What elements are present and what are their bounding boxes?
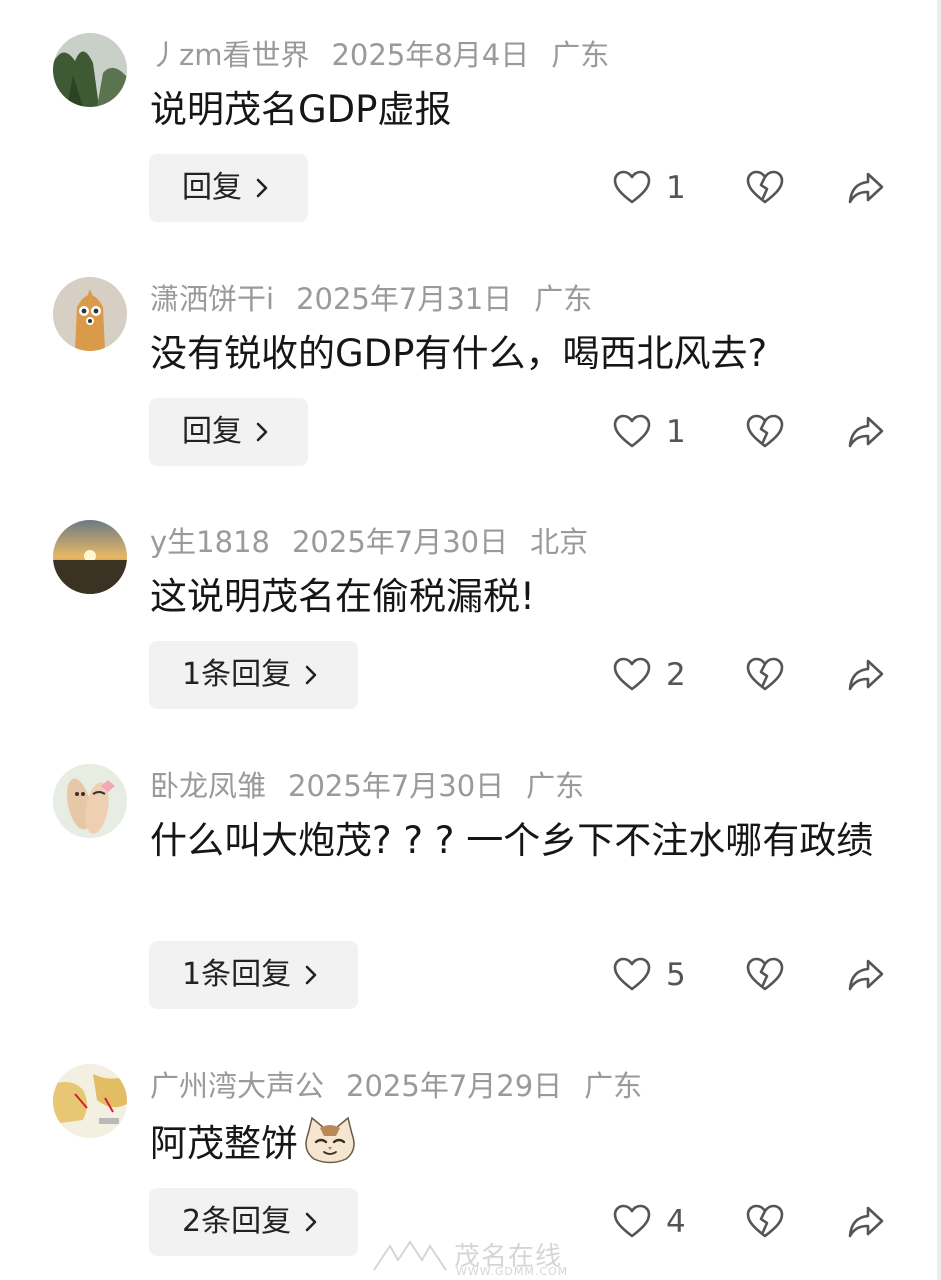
user-avatar[interactable] <box>53 520 127 594</box>
dislike-button[interactable] <box>745 168 785 208</box>
like-count: 5 <box>666 957 686 993</box>
like-button[interactable] <box>612 168 652 208</box>
username[interactable]: 卧龙凤雏 <box>150 769 266 803</box>
watermark-url: WWW.GDMM.COM <box>456 1265 569 1278</box>
comment-meta: 广州湾大声公 2025年7月29日 广东 <box>150 1066 664 1106</box>
like-button[interactable] <box>612 1202 652 1242</box>
dislike-button[interactable] <box>745 1202 785 1242</box>
comment-text: 这说明茂名在偷税漏税! <box>150 575 535 618</box>
dislike-button[interactable] <box>745 955 785 995</box>
heart-icon <box>612 412 652 452</box>
comment-actions: 5 <box>0 941 941 1009</box>
comment-date: 2025年7月30日 <box>288 769 505 803</box>
cat-face-emoji-icon <box>302 1116 358 1164</box>
heart-icon <box>612 1202 652 1242</box>
broken-heart-icon <box>745 412 785 452</box>
watermark-logo-icon <box>373 1240 447 1271</box>
comment-actions: 1 <box>0 154 941 222</box>
comment-location: 广东 <box>551 38 610 72</box>
like-count: 2 <box>666 657 686 693</box>
comment-meta: 潇洒饼干i 2025年7月31日 广东 <box>150 279 614 319</box>
share-arrow-icon <box>846 412 886 452</box>
comment-meta: 丿zm看世界 2025年8月4日 广东 <box>150 35 631 75</box>
user-avatar[interactable] <box>53 277 127 351</box>
comment-text: 没有锐收的GDP有什么，喝西北风去? <box>150 332 768 375</box>
share-arrow-icon <box>846 655 886 695</box>
heart-icon <box>612 955 652 995</box>
comment-meta: 卧龙凤雏 2025年7月30日 广东 <box>150 766 606 806</box>
username[interactable]: y生1818 <box>150 525 270 559</box>
share-button[interactable] <box>846 1202 886 1242</box>
comment-meta: y生1818 2025年7月30日 北京 <box>150 522 610 562</box>
share-arrow-icon <box>846 168 886 208</box>
share-button[interactable] <box>846 168 886 208</box>
comment-location: 广东 <box>526 769 585 803</box>
heart-icon <box>612 168 652 208</box>
comment-text: 说明茂名GDP虚报 <box>150 88 452 131</box>
comment-date: 2025年7月29日 <box>346 1069 563 1103</box>
share-button[interactable] <box>846 955 886 995</box>
like-button[interactable] <box>612 955 652 995</box>
like-count: 1 <box>666 414 686 450</box>
share-arrow-icon <box>846 1202 886 1242</box>
site-watermark: 茂名在线 WWW.GDMM.COM <box>370 1236 580 1278</box>
share-button[interactable] <box>846 412 886 452</box>
comment-text: 阿茂整饼 <box>150 1116 890 1168</box>
dislike-button[interactable] <box>745 412 785 452</box>
comment-location: 北京 <box>530 525 589 559</box>
comment-actions: 1 <box>0 398 941 466</box>
comment-location: 广东 <box>584 1069 643 1103</box>
broken-heart-icon <box>745 955 785 995</box>
broken-heart-icon <box>745 168 785 208</box>
comment-location: 广东 <box>534 282 593 316</box>
like-button[interactable] <box>612 412 652 452</box>
comment-actions: 2 <box>0 641 941 709</box>
broken-heart-icon <box>745 655 785 695</box>
username[interactable]: 潇洒饼干i <box>150 282 274 316</box>
dislike-button[interactable] <box>745 655 785 695</box>
username[interactable]: 丿zm看世界 <box>150 38 309 72</box>
user-avatar[interactable] <box>53 1064 127 1138</box>
like-button[interactable] <box>612 655 652 695</box>
share-button[interactable] <box>846 655 886 695</box>
user-avatar[interactable] <box>53 33 127 107</box>
broken-heart-icon <box>745 1202 785 1242</box>
like-count: 1 <box>666 170 686 206</box>
comment-date: 2025年7月31日 <box>296 282 513 316</box>
comment-date: 2025年7月30日 <box>291 525 509 559</box>
scrollbar[interactable] <box>937 0 941 1280</box>
like-count: 4 <box>666 1204 686 1240</box>
heart-icon <box>612 655 652 695</box>
comment-text-content: 阿茂整饼 <box>150 1122 298 1165</box>
user-avatar[interactable] <box>53 764 127 838</box>
comment-text: 什么叫大炮茂? ? ? 一个乡下不注水哪有政绩 <box>150 819 874 862</box>
comment-date: 2025年8月4日 <box>331 38 530 72</box>
share-arrow-icon <box>846 955 886 995</box>
username[interactable]: 广州湾大声公 <box>150 1069 324 1103</box>
